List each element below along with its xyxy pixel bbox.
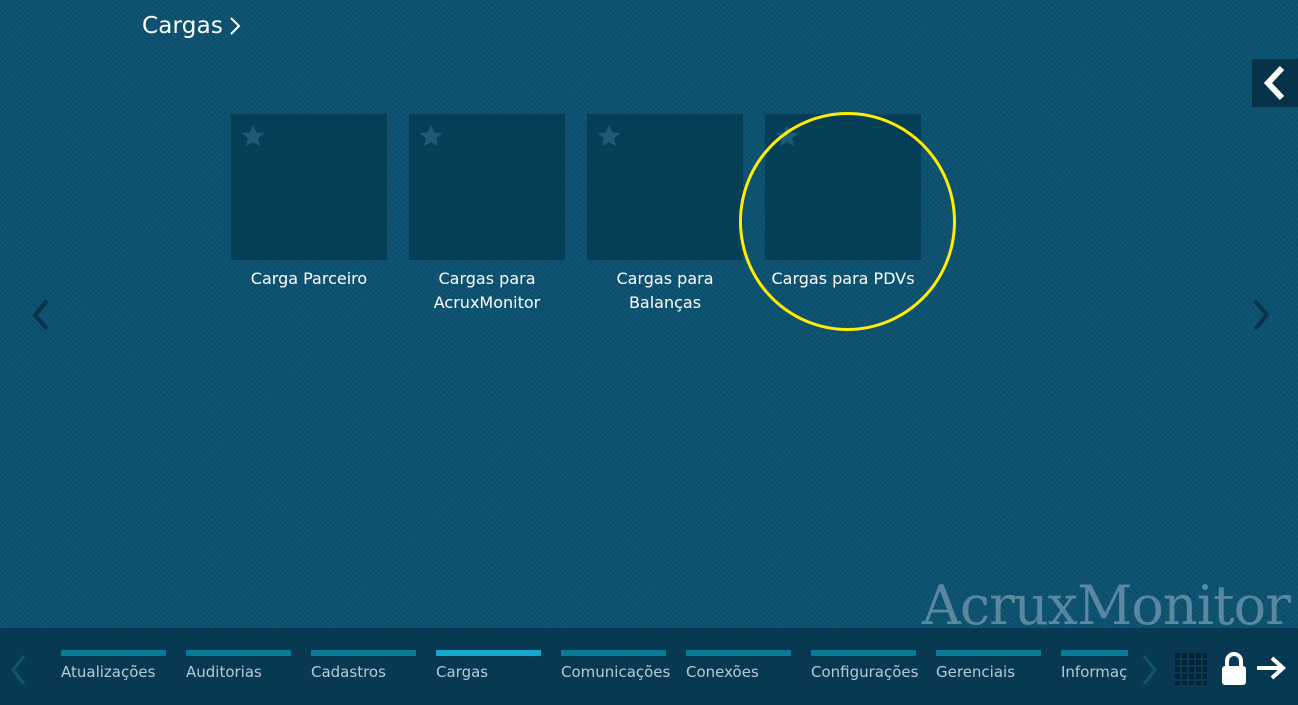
tab-label: Configurações	[811, 663, 919, 681]
tab-indicator	[811, 650, 916, 656]
tab-indicator	[186, 650, 291, 656]
tab-cargas[interactable]: Cargas	[436, 650, 541, 681]
star-icon[interactable]	[240, 123, 266, 149]
taskbar-scroll-right-arrow[interactable]	[1140, 650, 1160, 690]
tile-label: Cargas para PDVs	[771, 269, 915, 288]
tab-indicator	[436, 650, 541, 656]
tab-indicator	[686, 650, 791, 656]
chevron-left-icon	[1263, 65, 1285, 101]
chevron-right-icon[interactable]	[227, 14, 243, 38]
lock-icon[interactable]	[1219, 651, 1249, 687]
tab-conexoes[interactable]: Conexões	[686, 650, 791, 681]
tile-grid: Carga Parceiro Cargas para AcruxMonitor …	[231, 114, 921, 315]
tile-label: Cargas para Balanças	[616, 269, 714, 312]
tab-indicator	[561, 650, 666, 656]
tile-cargas-para-balancas[interactable]: Cargas para Balanças	[587, 114, 743, 315]
tab-label: Gerenciais	[936, 663, 1016, 681]
category-tabs: Atualizações Auditorias Cadastros Cargas…	[61, 650, 1128, 690]
tab-label: Informações	[1061, 663, 1128, 681]
tab-cadastros[interactable]: Cadastros	[311, 650, 416, 681]
tile-label: Cargas para AcruxMonitor	[433, 269, 541, 312]
star-icon[interactable]	[418, 123, 444, 149]
star-icon[interactable]	[596, 123, 622, 149]
tile-box[interactable]	[587, 114, 743, 260]
tab-indicator	[61, 650, 166, 656]
tab-indicator	[311, 650, 416, 656]
tab-label: Comunicações	[561, 663, 671, 681]
tab-label: Conexões	[686, 663, 759, 681]
next-page-arrow[interactable]	[1249, 295, 1273, 335]
previous-page-arrow[interactable]	[29, 295, 53, 335]
tab-atualizacoes[interactable]: Atualizações	[61, 650, 166, 681]
taskbar-scroll-left-arrow[interactable]	[8, 650, 28, 690]
tab-label: Atualizações	[61, 663, 156, 681]
tab-configuracoes[interactable]: Configurações	[811, 650, 919, 681]
tab-informacoes[interactable]: Informações	[1061, 650, 1128, 681]
page-title: Cargas	[142, 13, 224, 39]
arrow-right-icon[interactable]	[1255, 654, 1289, 682]
tile-box[interactable]	[765, 114, 921, 260]
tile-label: Carga Parceiro	[250, 269, 368, 288]
grid-icon[interactable]	[1174, 652, 1208, 686]
tile-box[interactable]	[231, 114, 387, 260]
tab-indicator	[936, 650, 1041, 656]
tab-indicator	[1061, 650, 1128, 656]
tab-auditorias[interactable]: Auditorias	[186, 650, 291, 681]
star-icon[interactable]	[774, 123, 800, 149]
breadcrumb: Cargas	[142, 13, 243, 39]
tile-cargas-para-acruxmonitor[interactable]: Cargas para AcruxMonitor	[409, 114, 565, 315]
tab-comunicacoes[interactable]: Comunicações	[561, 650, 671, 681]
tile-box[interactable]	[409, 114, 565, 260]
tab-label: Cargas	[436, 663, 489, 681]
tab-label: Cadastros	[311, 663, 386, 681]
tile-carga-parceiro[interactable]: Carga Parceiro	[231, 114, 387, 315]
back-button[interactable]	[1252, 59, 1298, 107]
tile-cargas-para-pdvs[interactable]: Cargas para PDVs	[765, 114, 921, 315]
tab-gerenciais[interactable]: Gerenciais	[936, 650, 1041, 681]
tab-label: Auditorias	[186, 663, 262, 681]
